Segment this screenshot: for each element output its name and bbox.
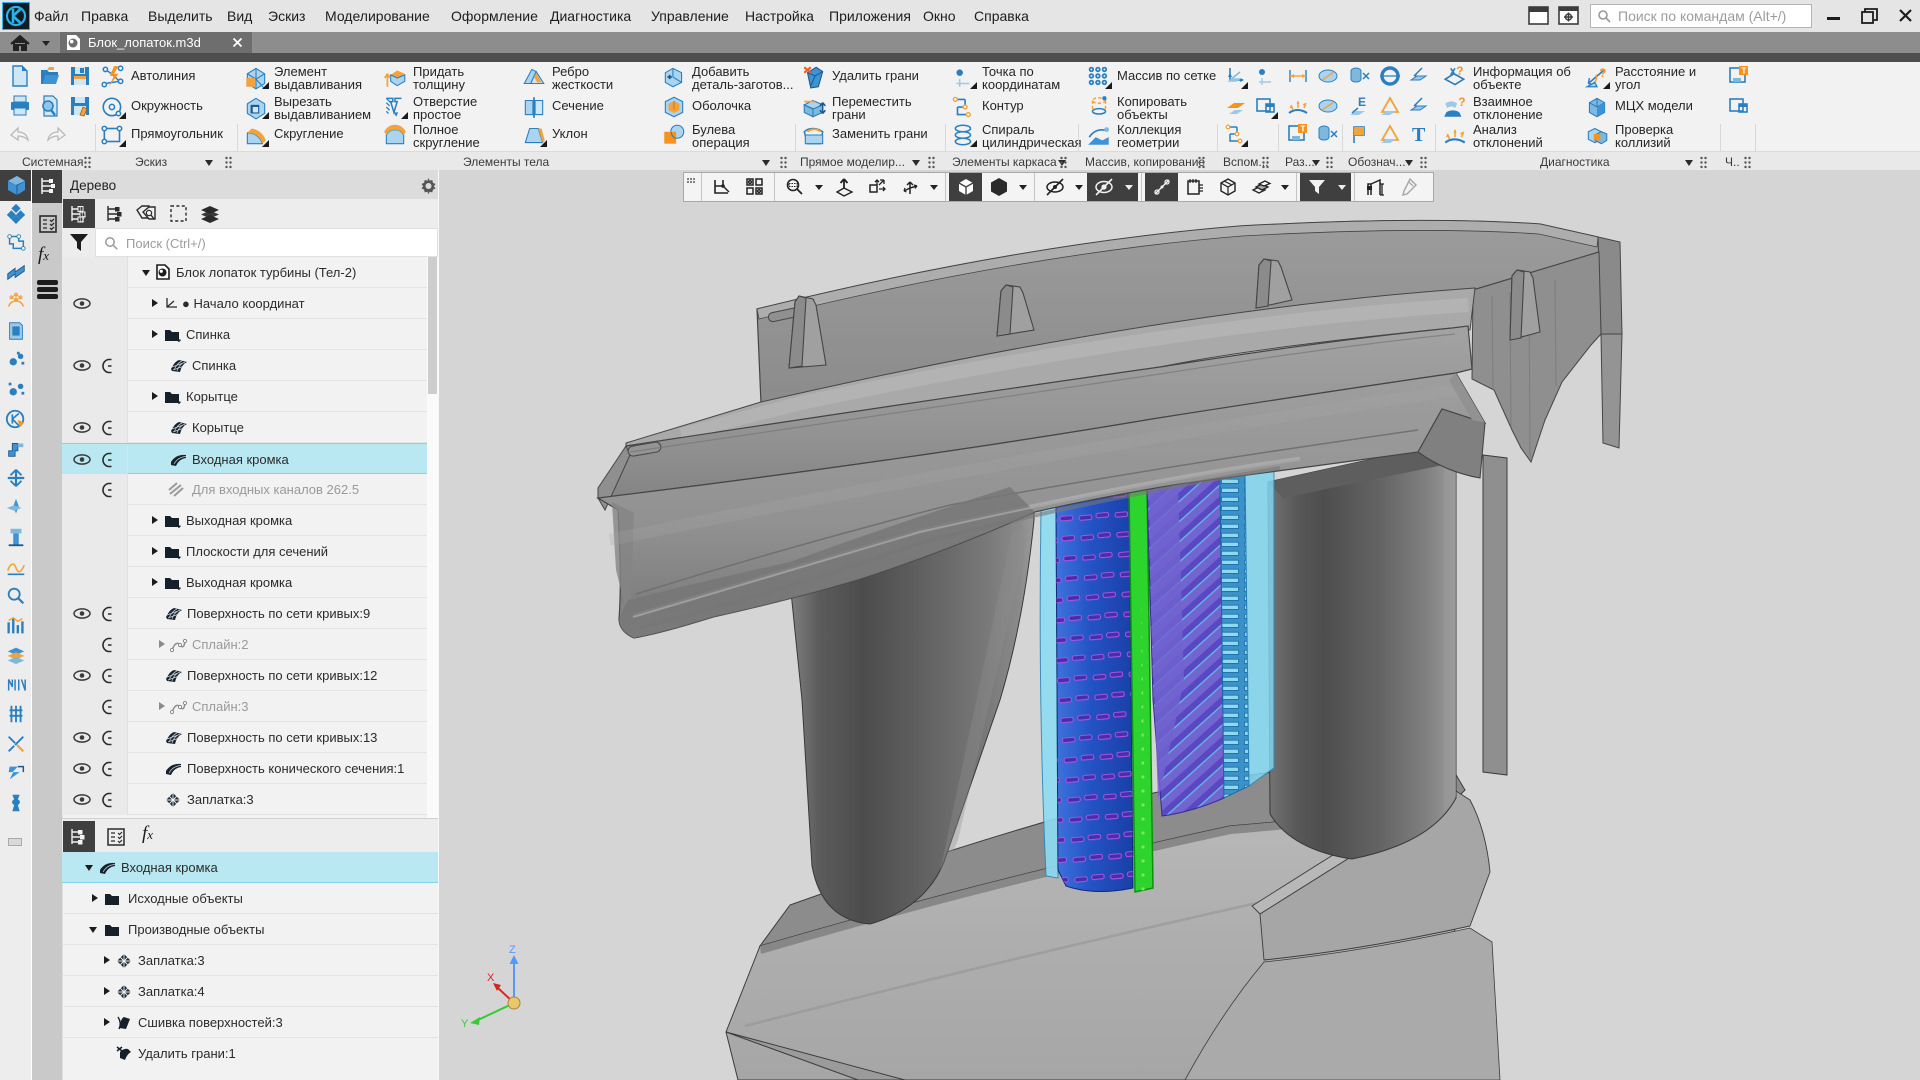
svg-text:12: 12 bbox=[79, 218, 85, 224]
svg-text:Z: Z bbox=[509, 944, 516, 956]
svg-text:X: X bbox=[487, 972, 495, 984]
svg-text:Y: Y bbox=[461, 1018, 469, 1030]
